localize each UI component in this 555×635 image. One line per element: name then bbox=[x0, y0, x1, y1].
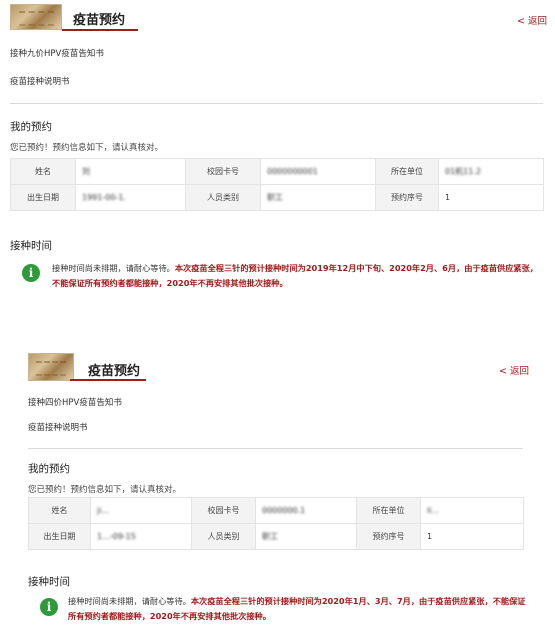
vaccination-time-heading: 接种时间 bbox=[28, 576, 70, 588]
table-row: 出生日期 1...-09-15 人员类别 职工 预约序号 1 bbox=[28, 523, 524, 550]
booking-info-table: 姓名 刘 校园卡号 0000000001 所在单位 01机11.2 出生日期 1… bbox=[10, 158, 544, 211]
booking-screen-1: 疫苗预约 < 返回 接种九价HPV疫苗告知书 疫苗接种说明书 我的预约 您已预约… bbox=[0, 0, 555, 320]
vaccination-notice: 接种时间尚未排期，请耐心等待。本次疫苗全程三针的预计接种时间为2020年1月、3… bbox=[68, 594, 528, 624]
page-header: 疫苗预约 < 返回 bbox=[0, 0, 555, 32]
page-header: 疫苗预约 < 返回 bbox=[18, 345, 555, 385]
hpv9-notice-link[interactable]: 接种九价HPV疫苗告知书 bbox=[10, 47, 104, 59]
title-underline bbox=[70, 379, 146, 381]
notice-normal-text: 接种时间尚未排期，请耐心等待。 bbox=[52, 263, 175, 273]
vaccination-time-heading: 接种时间 bbox=[10, 240, 52, 252]
unit-value: li... bbox=[420, 497, 524, 524]
vaccine-manual-link[interactable]: 疫苗接种说明书 bbox=[10, 75, 70, 87]
title-underline bbox=[62, 29, 138, 31]
divider bbox=[10, 103, 543, 104]
person-type-value: 职工 bbox=[260, 184, 376, 211]
table-row: 姓名 ji... 校园卡号 0000000.1 所在单位 li... bbox=[28, 497, 524, 524]
info-icon: i bbox=[40, 598, 58, 616]
name-value: 刘 bbox=[75, 158, 186, 185]
sequence-value: 1 bbox=[438, 184, 544, 211]
card-no-value: 0000000001 bbox=[260, 158, 376, 185]
banner-thumbnail bbox=[28, 353, 74, 381]
sequence-label: 预约序号 bbox=[356, 523, 421, 550]
card-no-label: 校园卡号 bbox=[191, 497, 256, 524]
birthdate-value: 1...-09-15 bbox=[90, 523, 192, 550]
sequence-label: 预约序号 bbox=[375, 184, 439, 211]
birthdate-label: 出生日期 bbox=[28, 523, 91, 550]
back-link[interactable]: < 返回 bbox=[517, 13, 547, 27]
notice-normal-text: 接种时间尚未排期，请耐心等待。 bbox=[68, 596, 191, 606]
name-value: ji... bbox=[90, 497, 192, 524]
hpv4-notice-link[interactable]: 接种四价HPV疫苗告知书 bbox=[28, 396, 122, 408]
person-type-label: 人员类别 bbox=[185, 184, 261, 211]
unit-value: 01机11.2 bbox=[438, 158, 544, 185]
name-label: 姓名 bbox=[10, 158, 76, 185]
banner-thumbnail bbox=[10, 4, 62, 30]
person-type-label: 人员类别 bbox=[191, 523, 256, 550]
person-type-value: 职工 bbox=[255, 523, 357, 550]
card-no-label: 校园卡号 bbox=[185, 158, 261, 185]
info-icon: i bbox=[22, 264, 40, 282]
page-title: 疫苗预约 bbox=[73, 13, 126, 28]
booking-info-table: 姓名 ji... 校园卡号 0000000.1 所在单位 li... 出生日期 … bbox=[28, 497, 524, 550]
card-no-value: 0000000.1 bbox=[255, 497, 357, 524]
divider bbox=[28, 448, 523, 449]
back-link[interactable]: < 返回 bbox=[499, 363, 529, 377]
vaccination-notice: 接种时间尚未排期，请耐心等待。本次疫苗全程三针的预计接种时间为2019年12月中… bbox=[52, 261, 544, 291]
table-row: 姓名 刘 校园卡号 0000000001 所在单位 01机11.2 bbox=[10, 158, 544, 185]
birthdate-label: 出生日期 bbox=[10, 184, 76, 211]
table-row: 出生日期 1991-00-1. 人员类别 职工 预约序号 1 bbox=[10, 184, 544, 211]
my-booking-heading: 我的预约 bbox=[28, 463, 70, 475]
unit-label: 所在单位 bbox=[356, 497, 421, 524]
name-label: 姓名 bbox=[28, 497, 91, 524]
my-booking-heading: 我的预约 bbox=[10, 121, 52, 133]
booking-screen-2: 疫苗预约 < 返回 接种四价HPV疫苗告知书 疫苗接种说明书 我的预约 您已预约… bbox=[18, 345, 555, 635]
vaccine-manual-link[interactable]: 疫苗接种说明书 bbox=[28, 421, 88, 433]
sequence-value: 1 bbox=[420, 523, 524, 550]
page-title: 疫苗预约 bbox=[88, 364, 141, 379]
unit-label: 所在单位 bbox=[375, 158, 439, 185]
my-booking-subtitle: 您已预约！预约信息如下，请认真核对。 bbox=[10, 143, 164, 153]
birthdate-value: 1991-00-1. bbox=[75, 184, 186, 211]
my-booking-subtitle: 您已预约！预约信息如下，请认真核对。 bbox=[28, 485, 182, 495]
